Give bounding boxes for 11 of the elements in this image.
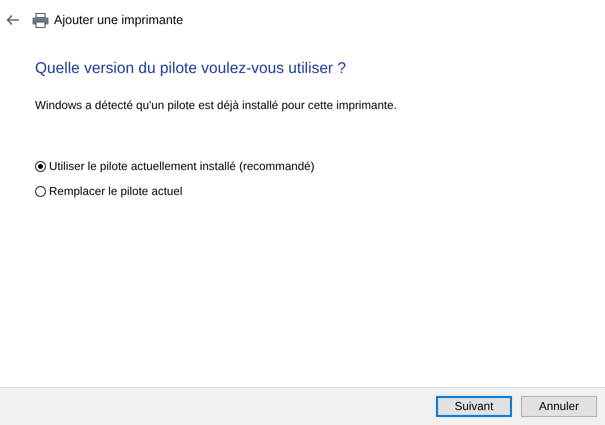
back-arrow-icon[interactable] [6, 14, 20, 26]
option-label[interactable]: Remplacer le pilote actuel [49, 185, 182, 198]
dialog-button[interactable]: Suivant [436, 396, 512, 417]
window-title: Ajouter une imprimante [54, 13, 184, 27]
dialog-button[interactable]: Annuler [521, 396, 597, 417]
option-label[interactable]: Utiliser le pilote actuellement installé (recommandé) [49, 160, 314, 173]
radio-button[interactable] [35, 161, 46, 172]
page-heading: Quelle version du pilote voulez-vous utiliser ? [35, 60, 348, 78]
description-text: Windows a détecté qu'un pilote est déjà installé pour cette imprimante. [35, 99, 398, 112]
radio-button[interactable] [35, 186, 46, 197]
printer-icon [32, 12, 49, 28]
